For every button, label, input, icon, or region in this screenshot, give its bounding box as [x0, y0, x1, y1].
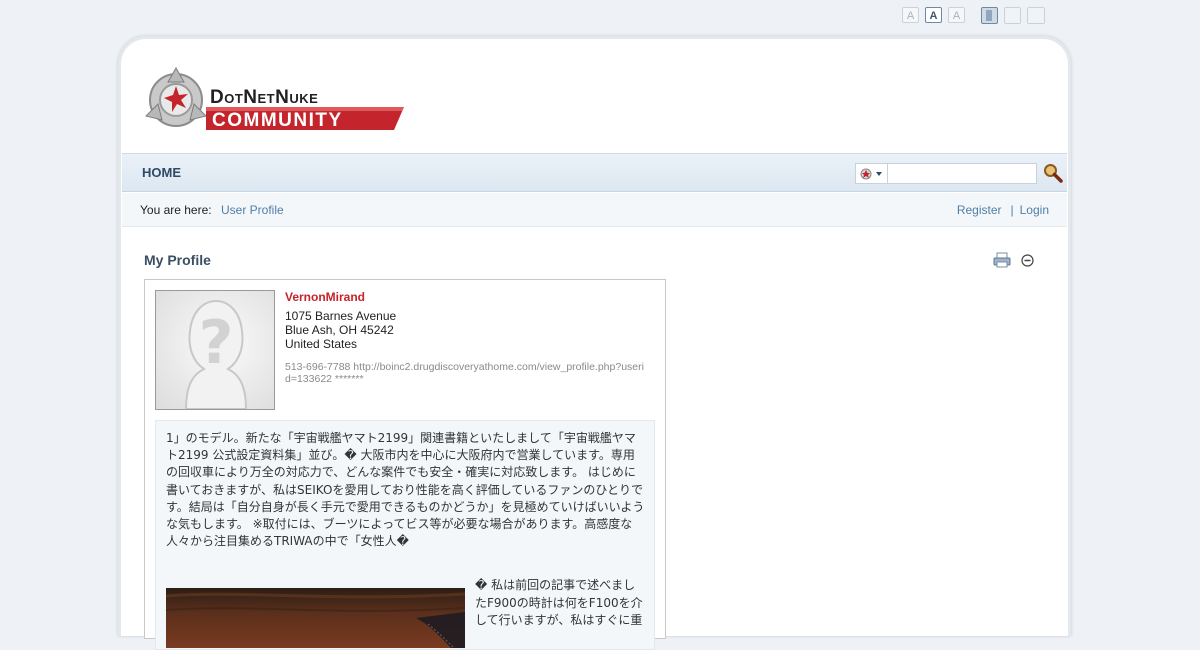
width-fixed-button[interactable]: [981, 7, 998, 24]
breadcrumb-bar: You are here: User Profile Register | Logi…: [122, 193, 1067, 227]
avatar: ?: [155, 290, 275, 410]
profile-address-line1: 1075 Barnes Avenue: [285, 309, 397, 323]
breadcrumb-label: You are here:: [140, 203, 212, 217]
search-input[interactable]: [888, 163, 1037, 184]
search-type-dropdown[interactable]: [855, 163, 888, 184]
breadcrumb-current-link[interactable]: User Profile: [221, 203, 284, 217]
font-size-large-button[interactable]: A: [948, 7, 965, 23]
module-title: My Profile: [144, 252, 211, 268]
svg-text:?: ?: [199, 308, 234, 378]
dnn-search-icon: [860, 168, 882, 180]
profile-contact-info: 513-696-7788 http://boinc2.drugdiscovery…: [285, 361, 644, 385]
auth-separator: |: [1010, 203, 1014, 217]
font-size-medium-button[interactable]: A: [925, 7, 942, 23]
dotnetnuke-community-logo[interactable]: DotNetNuke COMMUNITY: [140, 64, 406, 136]
profile-bio-text-continued: � 私は前回の記事で述べましたF900の時計は何をF100を介して行いますが、私…: [475, 578, 643, 628]
logo-text-line2: COMMUNITY: [212, 110, 343, 131]
font-size-small-button[interactable]: A: [902, 7, 919, 23]
profile-country: United States: [285, 337, 358, 351]
nav-home-link[interactable]: HOME: [142, 165, 181, 180]
auth-links: Register | Login: [957, 203, 1049, 217]
bio-photo: [166, 588, 465, 648]
register-link[interactable]: Register: [957, 203, 1002, 217]
minimize-icon[interactable]: [1021, 254, 1034, 267]
chevron-down-icon: [876, 172, 882, 176]
profile-username: VernonMirand: [285, 290, 366, 304]
search-icon[interactable]: [1043, 163, 1063, 183]
profile-bio-text: 1」のモデル。新たな「宇宙戦艦ヤマト2199」関連書籍といたしまして「宇宙戦艦ヤ…: [166, 431, 645, 549]
main-nav-bar: HOME: [122, 153, 1067, 192]
print-icon[interactable]: [993, 252, 1011, 268]
width-full-button[interactable]: [1027, 7, 1045, 24]
watch-photo-image: [166, 592, 465, 648]
logo-mark: [145, 66, 207, 127]
logo-text-line1: DotNetNuke: [210, 87, 318, 108]
profile-address-line2: Blue Ash, OH 45242: [285, 323, 394, 337]
width-medium-button[interactable]: [1004, 7, 1021, 24]
default-avatar-icon: ?: [184, 299, 248, 409]
login-link[interactable]: Login: [1020, 203, 1049, 217]
